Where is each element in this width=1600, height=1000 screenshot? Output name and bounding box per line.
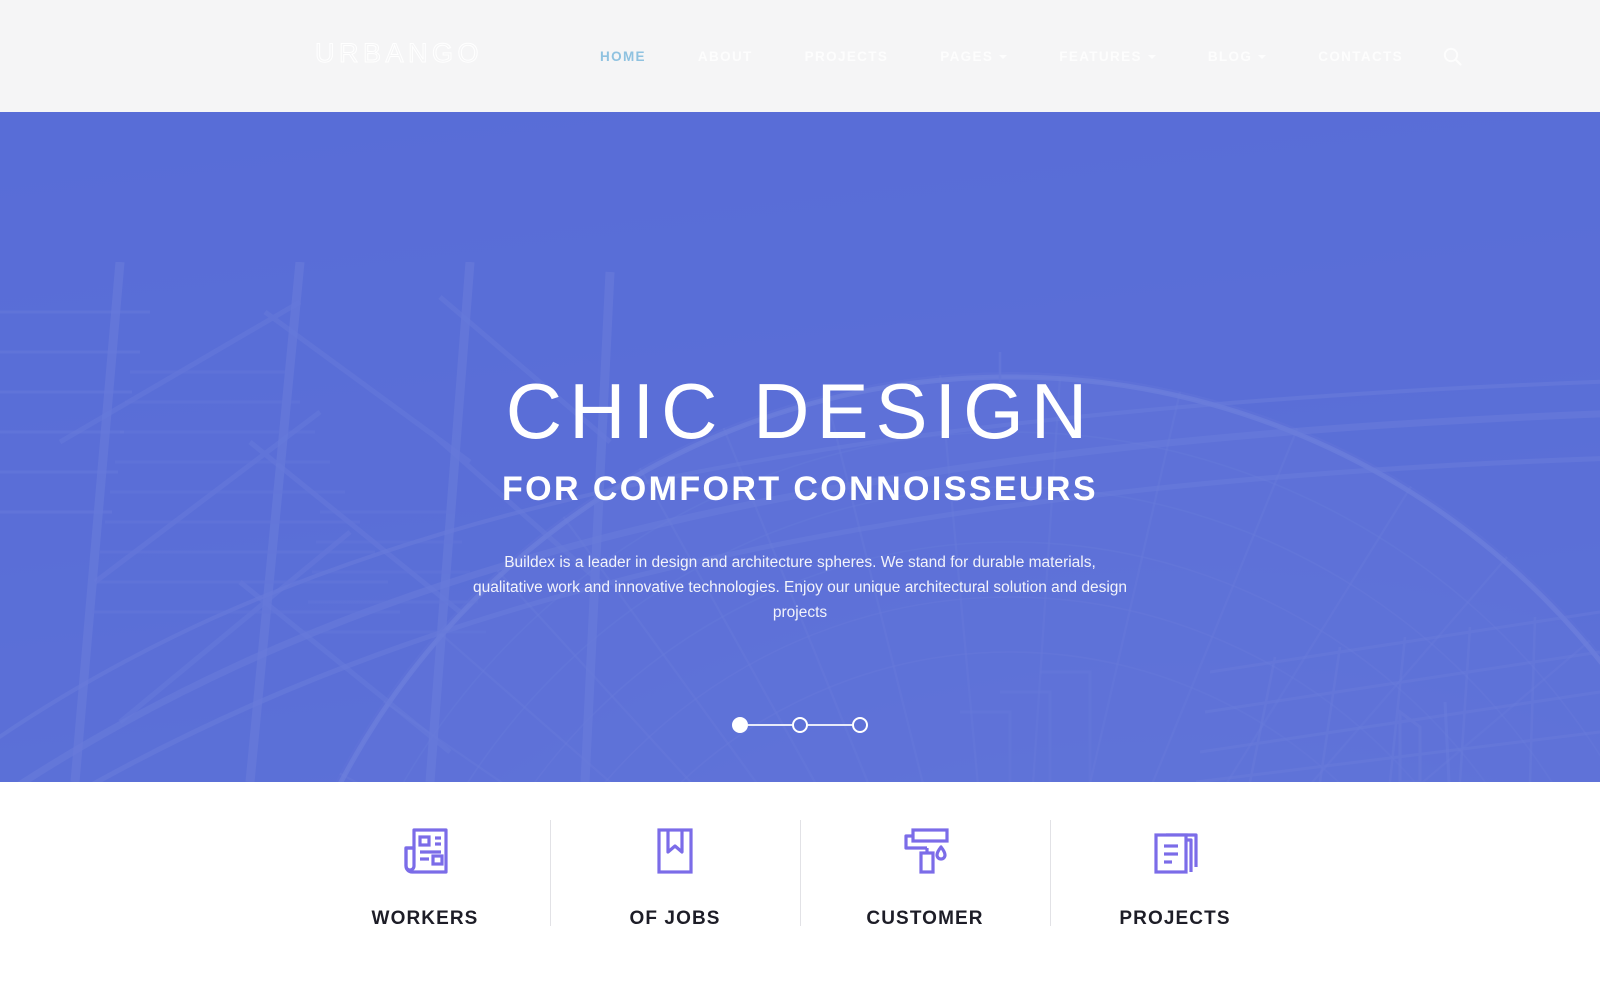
hero-subtitle: FOR COMFORT CONNOISSEURS (502, 470, 1098, 508)
slider-dot-2[interactable] (792, 717, 808, 733)
nav-item-contacts[interactable]: CONTACTS (1318, 49, 1403, 64)
slider-dot-3[interactable] (852, 717, 868, 733)
feature-icon-wrap (396, 820, 454, 882)
paint-roller-icon (904, 828, 949, 874)
nav-item-features[interactable]: FEATURES (1059, 49, 1156, 64)
hero-title: CHIC DESIGN (505, 367, 1095, 455)
search-button[interactable] (1439, 43, 1465, 69)
slider-pagination (0, 717, 1600, 733)
site-logo[interactable]: URBANGO (314, 38, 483, 69)
feature-item-of-jobs[interactable]: OF JOBS (550, 820, 800, 930)
hero-slider: CHIC DESIGN FOR COMFORT CONNOISSEURS Bui… (0, 112, 1600, 782)
nav-item-about[interactable]: ABOUT (698, 49, 753, 64)
features-section: WORKERS OF JOBS CUSTOMER PROJECTS (0, 782, 1600, 1000)
documents-stack-icon (1154, 833, 1198, 874)
feature-label: WORKERS (371, 908, 479, 929)
feature-label: PROJECTS (1119, 908, 1231, 929)
site-header: URBANGO HOME ABOUT PROJECTS PAGES FEATUR… (0, 0, 1600, 112)
nav-label: ABOUT (697, 48, 753, 64)
feature-label: OF JOBS (629, 908, 721, 929)
nav-label: PROJECTS (804, 48, 889, 64)
nav-label: HOME (600, 48, 646, 64)
chevron-down-icon (999, 55, 1008, 59)
chevron-down-icon (1147, 55, 1156, 59)
bookmark-book-icon (657, 828, 693, 874)
feature-item-workers[interactable]: WORKERS (300, 820, 550, 930)
nav-label: BLOG (1207, 48, 1253, 64)
feature-icon-wrap (896, 820, 954, 882)
nav-label: CONTACTS (1318, 48, 1404, 64)
nav-item-projects[interactable]: PROJECTS (805, 49, 889, 64)
feature-label: CUSTOMER (866, 908, 984, 929)
nav-label: PAGES (940, 48, 994, 64)
feature-item-projects[interactable]: PROJECTS (1050, 820, 1300, 930)
feature-icon-wrap (1146, 820, 1204, 882)
main-navigation: HOME ABOUT PROJECTS PAGES FEATURES BLOG … (600, 0, 1465, 112)
feature-item-customer[interactable]: CUSTOMER (800, 820, 1050, 930)
hero-description: Buildex is a leader in design and archit… (473, 554, 1127, 621)
slider-dot-1[interactable] (732, 717, 748, 733)
chevron-down-icon (1258, 55, 1267, 59)
newspaper-icon (404, 828, 448, 874)
nav-label: FEATURES (1059, 48, 1142, 64)
nav-item-blog[interactable]: BLOG (1207, 48, 1267, 64)
slider-connector (748, 724, 792, 726)
feature-icon-wrap (646, 820, 704, 882)
search-icon (1443, 47, 1462, 66)
nav-item-home[interactable]: HOME (600, 49, 646, 64)
nav-item-pages[interactable]: PAGES (940, 48, 1008, 64)
hero-content: CHIC DESIGN FOR COMFORT CONNOISSEURS Bui… (0, 112, 1600, 782)
features-row: WORKERS OF JOBS CUSTOMER PROJECTS (300, 820, 1300, 930)
slider-connector (808, 724, 852, 726)
